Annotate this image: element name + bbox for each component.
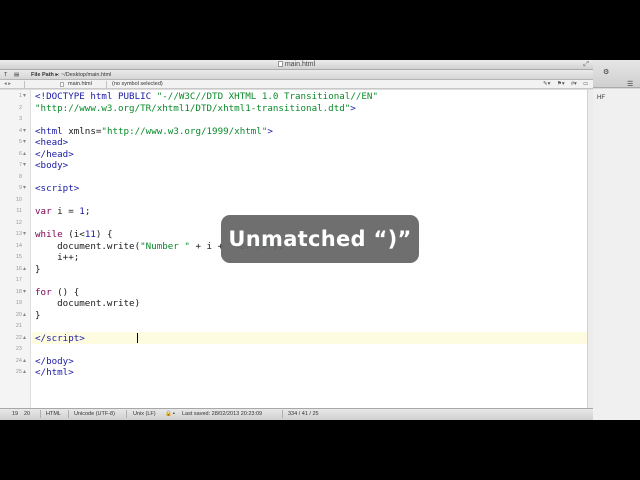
secondary-window-body (593, 89, 640, 420)
line-number: 23 (15, 346, 22, 352)
current-line-highlight (32, 332, 587, 344)
line-number: 1 (18, 93, 22, 99)
line-number: 14 (15, 242, 22, 249)
code-line[interactable]: </script> (35, 333, 85, 345)
line-number: 21 (15, 323, 22, 329)
pen-tool-icon[interactable]: ✎▾ (543, 80, 550, 89)
fold-toggle-icon[interactable]: ▾ (23, 91, 29, 103)
filepath-value: : ~/Desktop/main.html (58, 72, 112, 78)
menu-icon[interactable]: ☰ (627, 80, 633, 88)
code-line[interactable]: </body> (35, 356, 74, 368)
file-tab[interactable]: main.html (68, 80, 92, 89)
secondary-window: ⚙ ☰ HF (593, 60, 640, 420)
code-line[interactable]: <body> (35, 160, 68, 172)
code-line[interactable]: } (35, 310, 41, 322)
fold-toggle-icon[interactable]: ▾ (23, 126, 29, 138)
line-number: 2 (18, 104, 22, 111)
code-line[interactable]: </html> (35, 367, 74, 379)
fold-toggle-icon[interactable]: ▴ (23, 367, 29, 379)
code-line[interactable]: <head> (35, 137, 68, 149)
line-number: 7 (18, 162, 22, 168)
line-number: 22 (15, 334, 22, 341)
line-endings-popup[interactable]: Unix (LF) (133, 409, 156, 420)
divider (24, 81, 25, 88)
code-line[interactable]: while (i<11) { (35, 229, 113, 241)
error-message: Unmatched “)” (228, 227, 412, 251)
fold-toggle-icon[interactable]: ▾ (23, 229, 29, 241)
comment-icon[interactable]: #▾ (571, 80, 577, 89)
back-forward-arrows[interactable]: ◂ ▸ (4, 80, 11, 89)
status-bar: 19 20 HTML Unicode (UTF-8) Unix (LF) 🔒 ▪… (0, 408, 593, 420)
side-label: HF (597, 95, 605, 101)
line-number: 8 (18, 173, 22, 180)
divider (106, 81, 107, 88)
line-number: 16 (15, 265, 22, 272)
navigation-bar: ◂ ▸ main.html (no symbol selected) ✎▾ ⚑▾… (0, 80, 593, 89)
line-number: 15 (15, 254, 22, 260)
fold-toggle-icon[interactable]: ▴ (23, 149, 29, 161)
syntax-mode-popup[interactable]: HTML (46, 409, 61, 420)
line-number: 25 (15, 369, 22, 375)
document-icon (277, 61, 283, 68)
fold-toggle-icon[interactable]: ▴ (23, 264, 29, 276)
filepath-label[interactable]: File Path ▸ (31, 70, 58, 80)
encoding-popup[interactable]: Unicode (UTF-8) (74, 409, 115, 420)
error-overlay: Unmatched “)” (221, 215, 419, 263)
divider (126, 410, 127, 418)
line-number: 20 (15, 311, 22, 318)
code-line[interactable]: </head> (35, 149, 74, 161)
fold-toggle-icon[interactable]: ▾ (23, 183, 29, 195)
divider (68, 410, 69, 418)
fold-toggle-icon[interactable]: ▴ (23, 310, 29, 322)
code-line[interactable]: <!DOCTYPE html PUBLIC "-//W3C//DTD XHTML… (35, 91, 378, 103)
divider (40, 410, 41, 418)
symbol-popup[interactable]: (no symbol selected) (112, 80, 163, 89)
line-number: 11 (16, 208, 22, 214)
split-view-icon[interactable]: ▭ (583, 80, 588, 89)
line-number: 13 (15, 231, 22, 237)
fullscreen-icon[interactable]: ⤢ (583, 60, 589, 70)
document-stats: 334 / 41 / 25 (288, 411, 319, 417)
line-number: 24 (15, 357, 22, 364)
save-state-icon: ▪ (173, 411, 175, 417)
code-line[interactable]: } (35, 264, 41, 276)
line-number: 9 (18, 185, 22, 191)
code-line[interactable]: <script> (35, 183, 79, 195)
line-number: 10 (15, 196, 22, 203)
line-number: 4 (18, 127, 22, 134)
bookmark-icon[interactable]: ⚑▾ (557, 80, 565, 89)
code-line[interactable]: i++; (35, 252, 79, 264)
code-line[interactable]: var i = 1; (35, 206, 90, 218)
text-caret (137, 333, 138, 343)
divider (282, 410, 283, 418)
file-icon (60, 82, 64, 87)
settings-icon[interactable]: ⚙ (603, 68, 609, 76)
status-column: 20 (24, 411, 31, 417)
path-toolbar: T ▤ File Path ▸ : ~/Desktop/main.html (0, 70, 593, 80)
last-saved: Last saved: 28/02/2013 20:23:09 (182, 411, 263, 417)
code-line[interactable]: <html xmlns="http://www.w3.org/1999/xhtm… (35, 126, 273, 138)
window-title: main.html (284, 61, 316, 68)
fold-toggle-icon[interactable]: ▴ (23, 333, 29, 345)
fold-toggle-icon[interactable]: ▾ (23, 287, 29, 299)
line-number: 12 (15, 219, 22, 226)
fold-toggle-icon[interactable]: ▾ (23, 160, 29, 172)
code-line[interactable]: document.write) (35, 298, 140, 310)
window-title-bar: main.html ⤢ (0, 60, 593, 70)
line-number: 5 (18, 139, 22, 145)
code-line[interactable]: for () { (35, 287, 79, 299)
fold-toggle-icon[interactable]: ▴ (23, 356, 29, 368)
text-tool-icon[interactable]: T (4, 70, 7, 80)
line-number: 18 (15, 288, 22, 295)
fold-toggle-icon[interactable]: ▾ (23, 137, 29, 149)
status-line: 19 (12, 411, 19, 417)
sidebar-toggle-icon[interactable]: ▤ (14, 70, 19, 80)
lock-icon[interactable]: 🔒 (165, 409, 172, 420)
line-number: 19 (15, 300, 22, 306)
code-line[interactable]: "http://www.w3.org/TR/xhtml1/DTD/xhtml1-… (35, 103, 356, 115)
line-number: 17 (15, 277, 22, 283)
line-number: 3 (18, 116, 22, 122)
line-number: 6 (18, 150, 22, 157)
